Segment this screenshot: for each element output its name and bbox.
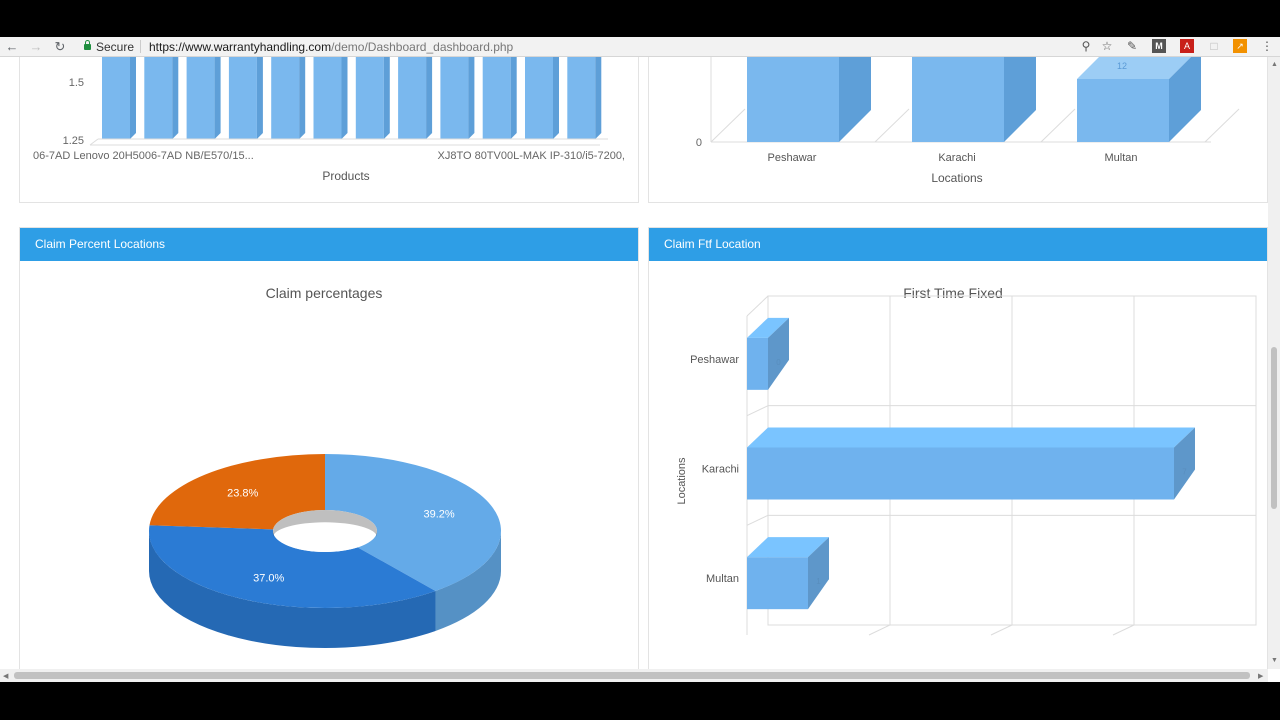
dashboard-page: 1.5 1.25 06-7AD Lenovo 20H5006-7AD NB/E5…	[0, 57, 1268, 669]
vertical-scrollbar[interactable]: ▲ ▼	[1268, 57, 1280, 669]
back-icon[interactable]: ←	[4, 39, 20, 54]
x-axis-title: Products	[322, 169, 369, 183]
product-bar-side	[341, 57, 348, 139]
claim-ftf-panel: Claim Ftf Location First Time Fixed No. …	[648, 227, 1268, 669]
vertical-scroll-thumb[interactable]	[1271, 347, 1277, 509]
browser-window: ← → ↻ Secure https://www.warrantyhandlin…	[0, 37, 1280, 682]
location-bar-peshawar	[747, 57, 871, 142]
forward-icon[interactable]: →	[28, 39, 44, 54]
products-bars	[102, 57, 602, 139]
locations-bar-chart: 12 0 Peshawar Karachi Multan Locations	[696, 57, 1240, 185]
pie-slice-label: 37.0%	[253, 572, 284, 584]
product-bar-side	[510, 57, 517, 139]
product-bar	[144, 57, 173, 139]
location-bar-karachi	[912, 57, 1036, 142]
product-bar-side	[299, 57, 306, 139]
doc-extension-icon[interactable]: □	[1207, 39, 1221, 53]
first-time-fixed-bar-chart: No. of claims0Peshawar7Karachi1MultanLoc…	[676, 295, 1257, 636]
menu-icon[interactable]: ⋮	[1260, 39, 1274, 53]
address-separator	[140, 40, 141, 53]
panel-title: Claim Ftf Location	[649, 228, 1267, 261]
product-bar	[102, 57, 130, 139]
url-base: https://www.warrantyhandling.com	[149, 40, 332, 54]
product-bar	[567, 57, 596, 139]
pie-slice-label: 23.8%	[227, 487, 258, 499]
browser-toolbar: ← → ↻ Secure https://www.warrantyhandlin…	[0, 37, 1280, 57]
ftf-bar	[747, 427, 1195, 500]
category-label: Peshawar	[690, 354, 739, 366]
scroll-right-icon[interactable]: ▶	[1258, 672, 1263, 680]
ftf-bar	[747, 317, 789, 390]
secure-label: Secure	[96, 40, 135, 54]
ftf-bar	[747, 537, 829, 610]
pie-slice-label: 39.2%	[423, 509, 454, 521]
product-bar-side	[426, 57, 433, 139]
gmail-extension-icon[interactable]: M	[1152, 39, 1166, 53]
y-tick-label: 0	[696, 137, 702, 149]
claim-percent-pie-chart: 39.2% 37.0% 23.8%	[149, 454, 501, 648]
secure-indicator[interactable]: Secure	[84, 40, 134, 54]
bar-value-label: 0	[776, 358, 781, 367]
product-bar-side	[214, 57, 221, 139]
product-bar-side	[130, 57, 136, 139]
horizontal-scrollbar[interactable]: ◀ ▶	[0, 669, 1268, 682]
product-bar-side	[256, 57, 263, 139]
product-bar-side	[553, 57, 559, 139]
products-chart-panel: 1.5 1.25 06-7AD Lenovo 20H5006-7AD NB/E5…	[19, 57, 639, 203]
scroll-left-icon[interactable]: ◀	[3, 672, 8, 680]
products-bar-chart: 1.5 1.25 06-7AD Lenovo 20H5006-7AD NB/E5…	[33, 57, 625, 183]
bar-value-label: 12	[1117, 61, 1127, 71]
x-tick-label-peshawar: Peshawar	[768, 152, 817, 164]
product-bar	[228, 57, 257, 139]
scroll-up-icon[interactable]: ▲	[1271, 61, 1278, 68]
chart-extension-icon[interactable]: ↗	[1233, 39, 1247, 53]
lock-icon	[84, 40, 91, 50]
scroll-down-icon[interactable]: ▼	[1271, 657, 1278, 664]
locations-chart-panel: 12 0 Peshawar Karachi Multan Locations	[648, 57, 1268, 203]
product-bar-side	[172, 57, 179, 139]
claim-percent-panel: Claim Percent Locations Claim percentage…	[19, 227, 639, 669]
x-tick-label-right: XJ8TO 80TV00L-MAK IP-310/i5-7200,	[437, 150, 625, 162]
pdf-extension-icon[interactable]: A	[1180, 39, 1194, 53]
product-bar	[313, 57, 342, 139]
horizontal-scroll-thumb[interactable]	[14, 672, 1250, 679]
category-label: Karachi	[702, 464, 739, 476]
x-tick-label-karachi: Karachi	[938, 152, 975, 164]
bar-value-label: 7	[1182, 468, 1187, 477]
product-bar-side	[595, 57, 602, 139]
bar-value-label: 1	[816, 577, 821, 586]
panel-title: Claim Percent Locations	[20, 228, 638, 261]
product-bar-side	[468, 57, 475, 139]
product-bar	[482, 57, 511, 139]
product-bar	[398, 57, 427, 139]
product-bar	[355, 57, 384, 139]
product-bar	[186, 57, 215, 139]
key-icon[interactable]: ⚲	[1079, 39, 1093, 53]
y-axis-title: Locations	[676, 457, 688, 505]
address-bar[interactable]: https://www.warrantyhandling.com/demo/Da…	[149, 40, 513, 54]
star-icon[interactable]: ☆	[1100, 39, 1114, 53]
y-tick-label: 1.5	[69, 77, 84, 89]
product-bar	[440, 57, 469, 139]
x-tick-label-left: 06-7AD Lenovo 20H5006-7AD NB/E570/15...	[33, 150, 254, 162]
reload-icon[interactable]: ↻	[52, 39, 68, 54]
location-bar-multan	[1077, 57, 1201, 142]
x-tick-label-multan: Multan	[1104, 152, 1137, 164]
product-bar	[271, 57, 300, 139]
url-path: /demo/Dashboard_dashboard.php	[331, 40, 514, 54]
pen-icon[interactable]: ✎	[1125, 39, 1139, 53]
y-tick-label: 1.25	[63, 135, 84, 147]
product-bar-side	[383, 57, 390, 139]
x-axis-title: Locations	[931, 171, 982, 185]
category-label: Multan	[706, 573, 739, 585]
product-bar	[525, 57, 553, 139]
